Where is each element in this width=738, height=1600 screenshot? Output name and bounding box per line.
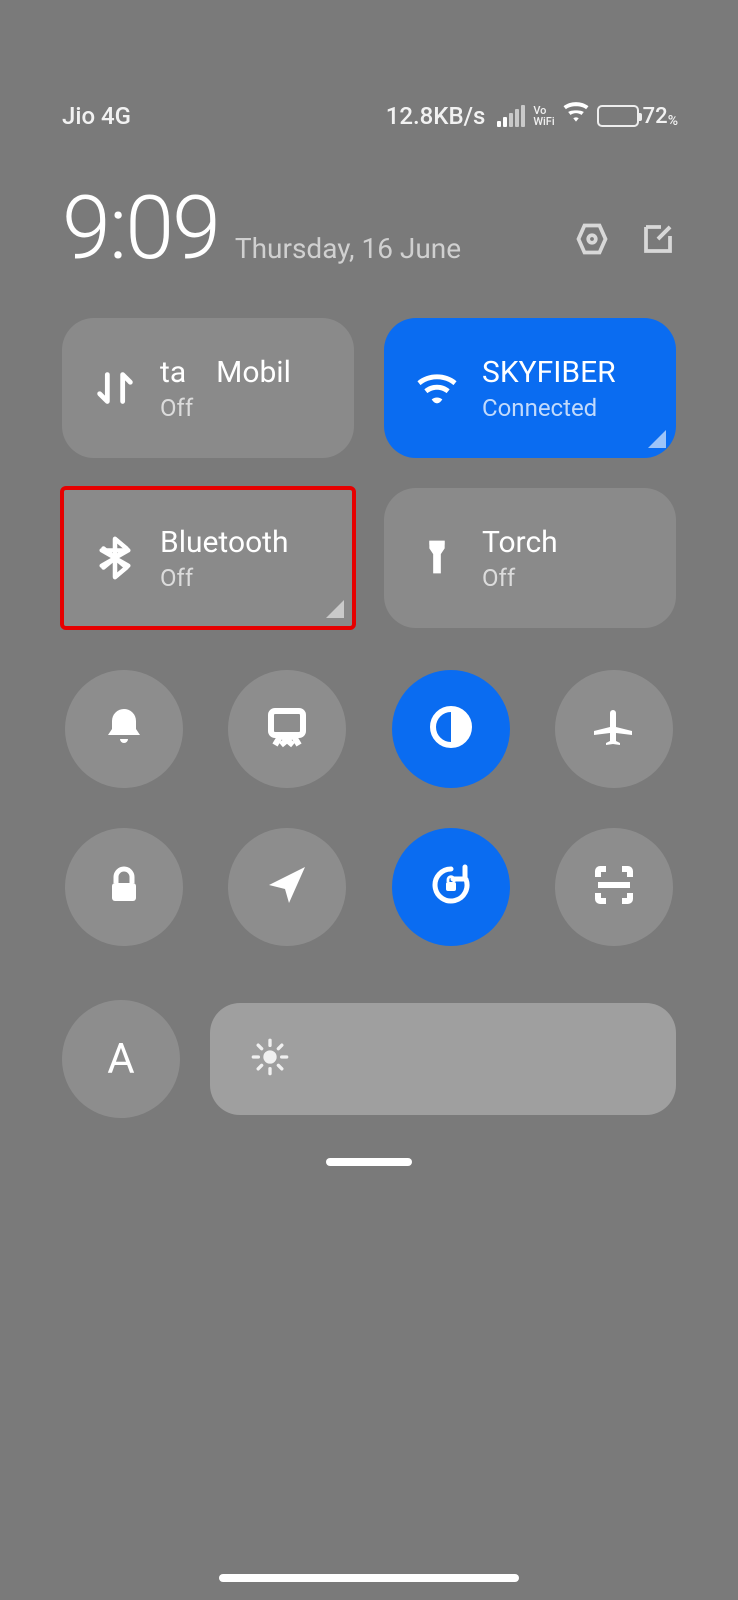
wifi-status-icon: [563, 100, 589, 132]
brightness-row: A: [62, 1000, 676, 1118]
rotation-lock-icon: [427, 861, 475, 913]
battery-indicator: 72%: [597, 104, 678, 129]
lock-icon: [100, 861, 148, 913]
contrast-icon: [427, 703, 475, 755]
status-bar: Jio 4G 12.8KB/s Vo WiFi 72%: [0, 100, 738, 132]
torch-icon: [410, 535, 464, 581]
torch-label: Torch: [482, 525, 558, 560]
torch-tile[interactable]: Torch Off: [384, 488, 676, 628]
auto-brightness-button[interactable]: A: [62, 1000, 180, 1118]
torch-status: Off: [482, 564, 558, 592]
quick-tiles: ta Mobil Off SKYFIBER Connected Bluetoot…: [62, 318, 676, 628]
navigation-icon: [263, 861, 311, 913]
edit-icon[interactable]: [640, 221, 676, 261]
battery-percent: 72: [643, 104, 668, 129]
wifi-status: Connected: [482, 394, 616, 422]
network-speed: 12.8KB/s: [386, 102, 486, 130]
gesture-nav-bar[interactable]: [219, 1574, 519, 1582]
signal-icon: [497, 105, 525, 127]
airplane-icon: [590, 703, 638, 755]
auto-brightness-label: A: [107, 1035, 134, 1084]
dark-mode-toggle[interactable]: [392, 670, 510, 788]
airplane-toggle[interactable]: [555, 670, 673, 788]
bell-icon: [100, 703, 148, 755]
mobile-data-icon: [88, 365, 142, 411]
panel-header: 9:09 Thursday, 16 June: [62, 185, 676, 273]
bluetooth-icon: [88, 535, 142, 581]
brightness-icon: [250, 1037, 290, 1081]
carrier-label: Jio 4G: [62, 102, 131, 130]
clock-date: Thursday, 16 June: [235, 232, 461, 265]
scissors-icon: [263, 703, 311, 755]
location-toggle[interactable]: [228, 828, 346, 946]
mobile-data-label: ta Mobil: [160, 355, 291, 390]
vowifi-icon: Vo WiFi: [533, 105, 554, 127]
expand-icon: [326, 600, 344, 618]
screenshot-toggle[interactable]: [228, 670, 346, 788]
brightness-slider[interactable]: [210, 1003, 676, 1115]
clock-time: 9:09: [62, 185, 219, 273]
scan-icon: [590, 861, 638, 913]
status-icons: 12.8KB/s Vo WiFi 72%: [386, 100, 678, 132]
sound-toggle[interactable]: [65, 670, 183, 788]
bluetooth-tile[interactable]: Bluetooth Off: [62, 488, 354, 628]
bluetooth-status: Off: [160, 564, 289, 592]
wifi-icon: [410, 365, 464, 411]
lock-toggle[interactable]: [65, 828, 183, 946]
settings-icon[interactable]: [574, 221, 610, 261]
bluetooth-label: Bluetooth: [160, 525, 289, 560]
mobile-data-status: Off: [160, 394, 291, 422]
wifi-tile[interactable]: SKYFIBER Connected: [384, 318, 676, 458]
scanner-toggle[interactable]: [555, 828, 673, 946]
rotation-lock-toggle[interactable]: [392, 828, 510, 946]
mobile-data-tile[interactable]: ta Mobil Off: [62, 318, 354, 458]
expand-icon: [648, 430, 666, 448]
panel-drag-handle[interactable]: [326, 1158, 412, 1166]
quick-toggles: [62, 670, 676, 946]
wifi-ssid: SKYFIBER: [482, 355, 616, 390]
